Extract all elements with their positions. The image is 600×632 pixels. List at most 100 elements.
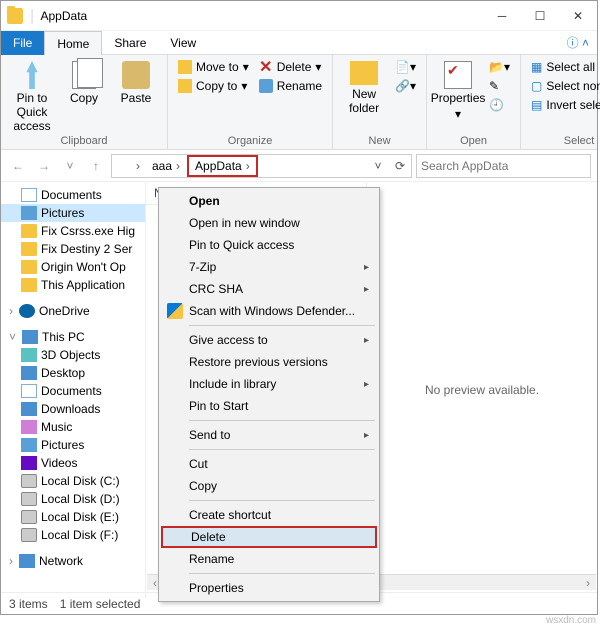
copyto-button[interactable]: Copy to▾ (176, 78, 251, 94)
preview-text: No preview available. (425, 383, 539, 397)
edit-button[interactable]: ✎ (487, 78, 512, 94)
moveto-button[interactable]: Move to▾ (176, 59, 251, 75)
nav-onedrive[interactable]: ›OneDrive (1, 302, 145, 320)
newfolder-button[interactable]: New folder (341, 59, 387, 117)
copy-label: Copy (70, 91, 98, 105)
ctx-copy[interactable]: Copy (161, 475, 377, 497)
status-selected: 1 item selected (60, 597, 141, 611)
delete-button[interactable]: ✕Delete▾ (257, 59, 324, 75)
breadcrumb-aaa[interactable]: aaa› (146, 155, 186, 177)
group-clipboard-label: Clipboard (9, 135, 159, 147)
context-menu: Open Open in new window Pin to Quick acc… (158, 187, 380, 602)
tab-file[interactable]: File (1, 31, 44, 55)
pin-label: Pin to Quick access (11, 91, 53, 133)
status-items: 3 items (9, 597, 48, 611)
nav-desktop[interactable]: Desktop (1, 364, 145, 382)
ctx-open-new-window[interactable]: Open in new window (161, 212, 377, 234)
watermark: wsxdn.com (546, 615, 596, 626)
selectnone-button[interactable]: ▢Select none (529, 78, 600, 94)
close-button[interactable]: ✕ (559, 2, 597, 30)
nav-diske[interactable]: Local Disk (E:) (1, 508, 145, 526)
nav-fixcsrss[interactable]: Fix Csrss.exe Hig (1, 222, 145, 240)
group-organize-label: Organize (176, 135, 324, 147)
nav-downloads[interactable]: Downloads (1, 400, 145, 418)
ribbon-tabs: File Home Share View ⓘ ˄ (1, 31, 597, 55)
search-input[interactable] (416, 154, 591, 178)
back-button[interactable]: ← (7, 155, 29, 177)
ctx-cut[interactable]: Cut (161, 453, 377, 475)
open-button[interactable]: 📂▾ (487, 59, 512, 75)
nav-3dobjects[interactable]: 3D Objects (1, 346, 145, 364)
ctx-restore-versions[interactable]: Restore previous versions (161, 351, 377, 373)
ctx-open[interactable]: Open (161, 190, 377, 212)
folder-icon (7, 8, 23, 24)
nav-network[interactable]: ›Network (1, 552, 145, 570)
help-icon[interactable]: ⓘ ˄ (567, 34, 589, 51)
ctx-pin-quickaccess[interactable]: Pin to Quick access (161, 234, 377, 256)
paste-button[interactable]: Paste (113, 59, 159, 107)
scroll-right-icon[interactable]: › (580, 576, 596, 590)
ctx-crc-sha[interactable]: CRC SHA▸ (161, 278, 377, 300)
nav-diskc[interactable]: Local Disk (C:) (1, 472, 145, 490)
ctx-give-access[interactable]: Give access to▸ (161, 329, 377, 351)
ctx-create-shortcut[interactable]: Create shortcut (161, 504, 377, 526)
ctx-separator (189, 449, 375, 450)
breadcrumb-root[interactable]: › (112, 155, 146, 177)
nav-documents2[interactable]: Documents (1, 382, 145, 400)
navigation-bar: ← → ˅ ↑ › aaa› AppData› ˅ ⟳ (1, 150, 597, 182)
tab-share[interactable]: Share (102, 31, 158, 55)
tab-home[interactable]: Home (44, 31, 102, 55)
navigation-pane[interactable]: Documents Pictures Fix Csrss.exe Hig Fix… (1, 182, 146, 598)
nav-fixdestiny[interactable]: Fix Destiny 2 Ser (1, 240, 145, 258)
rename-button[interactable]: Rename (257, 78, 324, 94)
ctx-defender[interactable]: Scan with Windows Defender... (161, 300, 377, 322)
nav-videos[interactable]: Videos (1, 454, 145, 472)
ribbon: Pin to Quick access Copy Paste Clipboard… (1, 55, 597, 150)
addrbar-dropdown[interactable]: ˅ (367, 159, 389, 173)
nav-documents[interactable]: Documents (1, 186, 145, 204)
invertselection-button[interactable]: ▤Invert selection (529, 97, 600, 113)
maximize-button[interactable]: ☐ (521, 2, 559, 30)
tab-view[interactable]: View (158, 31, 208, 55)
ctx-properties[interactable]: Properties (161, 577, 377, 599)
shield-icon (167, 303, 183, 319)
address-bar[interactable]: › aaa› AppData› ˅ ⟳ (111, 154, 412, 178)
nav-origin[interactable]: Origin Won't Op (1, 258, 145, 276)
ctx-include-library[interactable]: Include in library▸ (161, 373, 377, 395)
qat-divider: │ (29, 9, 37, 23)
ctx-separator (189, 420, 375, 421)
ctx-delete[interactable]: Delete (161, 526, 377, 548)
ctx-pin-start[interactable]: Pin to Start (161, 395, 377, 417)
ctx-rename[interactable]: Rename (161, 548, 377, 570)
group-open-label: Open (435, 135, 512, 147)
nav-pictures2[interactable]: Pictures (1, 436, 145, 454)
titlebar[interactable]: │ AppData ─ ☐ ✕ (1, 1, 597, 31)
nav-pictures[interactable]: Pictures (1, 204, 145, 222)
ctx-separator (189, 325, 375, 326)
newitem-button[interactable]: 📄▾ (393, 59, 418, 75)
properties-button[interactable]: Properties▾ (435, 59, 481, 123)
forward-button[interactable]: → (33, 155, 55, 177)
nav-thispc[interactable]: ˅This PC (1, 328, 145, 346)
nav-diskd[interactable]: Local Disk (D:) (1, 490, 145, 508)
pin-quickaccess-button[interactable]: Pin to Quick access (9, 59, 55, 135)
nav-diskf[interactable]: Local Disk (F:) (1, 526, 145, 544)
minimize-button[interactable]: ─ (483, 2, 521, 30)
group-new-label: New (341, 135, 418, 147)
ctx-7zip[interactable]: 7-Zip▸ (161, 256, 377, 278)
nav-music[interactable]: Music (1, 418, 145, 436)
copy-button[interactable]: Copy (61, 59, 107, 107)
easyaccess-button[interactable]: 🔗▾ (393, 78, 418, 94)
up-button[interactable]: ↑ (85, 155, 107, 177)
selectall-button[interactable]: ▦Select all (529, 59, 600, 75)
refresh-button[interactable]: ⟳ (389, 159, 411, 173)
recent-dropdown[interactable]: ˅ (59, 155, 81, 177)
history-button[interactable]: 🕘 (487, 97, 512, 113)
group-select-label: Select (529, 135, 600, 147)
window-title: AppData (37, 9, 484, 23)
ctx-separator (189, 573, 375, 574)
ctx-separator (189, 500, 375, 501)
breadcrumb-appdata[interactable]: AppData› (187, 155, 258, 177)
nav-thisapplication[interactable]: This Application (1, 276, 145, 294)
ctx-send-to[interactable]: Send to▸ (161, 424, 377, 446)
